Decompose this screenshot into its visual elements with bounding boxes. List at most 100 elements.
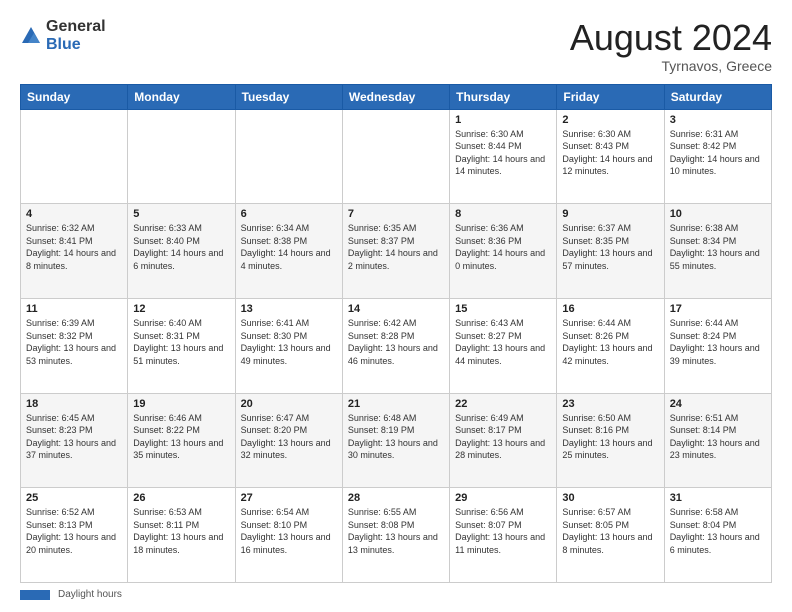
header-day-saturday: Saturday <box>664 84 771 109</box>
calendar-cell: 14 Sunrise: 6:42 AM Sunset: 8:28 PM Dayli… <box>342 298 449 393</box>
day-info: Sunrise: 6:55 AM Sunset: 8:08 PM Dayligh… <box>348 506 444 556</box>
day-number: 16 <box>562 303 658 315</box>
header-day-sunday: Sunday <box>21 84 128 109</box>
day-info: Sunrise: 6:30 AM Sunset: 8:43 PM Dayligh… <box>562 128 658 178</box>
week-row-2: 11 Sunrise: 6:39 AM Sunset: 8:32 PM Dayli… <box>21 298 772 393</box>
day-number: 8 <box>455 208 551 220</box>
calendar-cell: 5 Sunrise: 6:33 AM Sunset: 8:40 PM Daylig… <box>128 204 235 299</box>
day-info: Sunrise: 6:50 AM Sunset: 8:16 PM Dayligh… <box>562 412 658 462</box>
calendar-cell <box>128 109 235 204</box>
day-number: 30 <box>562 492 658 504</box>
header-day-friday: Friday <box>557 84 664 109</box>
calendar-cell: 19 Sunrise: 6:46 AM Sunset: 8:22 PM Dayli… <box>128 393 235 488</box>
day-number: 15 <box>455 303 551 315</box>
day-number: 4 <box>26 208 122 220</box>
calendar-table: SundayMondayTuesdayWednesdayThursdayFrid… <box>20 84 772 583</box>
day-number: 14 <box>348 303 444 315</box>
logo: General Blue <box>20 18 106 53</box>
day-info: Sunrise: 6:36 AM Sunset: 8:36 PM Dayligh… <box>455 222 551 272</box>
day-info: Sunrise: 6:44 AM Sunset: 8:26 PM Dayligh… <box>562 317 658 367</box>
day-info: Sunrise: 6:32 AM Sunset: 8:41 PM Dayligh… <box>26 222 122 272</box>
day-info: Sunrise: 6:33 AM Sunset: 8:40 PM Dayligh… <box>133 222 229 272</box>
day-info: Sunrise: 6:48 AM Sunset: 8:19 PM Dayligh… <box>348 412 444 462</box>
day-number: 22 <box>455 398 551 410</box>
day-number: 6 <box>241 208 337 220</box>
calendar-cell: 23Sunrise: 6:50 AM Sunset: 8:16 PM Dayli… <box>557 393 664 488</box>
calendar-cell: 16 Sunrise: 6:44 AM Sunset: 8:26 PM Dayli… <box>557 298 664 393</box>
subtitle: Tyrnavos, Greece <box>570 58 772 74</box>
logo-icon <box>20 25 42 47</box>
logo-text: General Blue <box>46 18 106 53</box>
day-info: Sunrise: 6:49 AM Sunset: 8:17 PM Dayligh… <box>455 412 551 462</box>
day-number: 26 <box>133 492 229 504</box>
header: General Blue August 2024 Tyrnavos, Greec… <box>20 18 772 74</box>
day-info: Sunrise: 6:46 AM Sunset: 8:22 PM Dayligh… <box>133 412 229 462</box>
daylight-bar-icon <box>20 590 50 600</box>
day-number: 2 <box>562 114 658 126</box>
day-info: Sunrise: 6:31 AM Sunset: 8:42 PM Dayligh… <box>670 128 766 178</box>
day-info: Sunrise: 6:56 AM Sunset: 8:07 PM Dayligh… <box>455 506 551 556</box>
calendar-cell: 10Sunrise: 6:38 AM Sunset: 8:34 PM Dayli… <box>664 204 771 299</box>
logo-blue: Blue <box>46 36 106 54</box>
main-title: August 2024 <box>570 18 772 58</box>
calendar-cell: 4 Sunrise: 6:32 AM Sunset: 8:41 PM Daylig… <box>21 204 128 299</box>
calendar-cell: 20 Sunrise: 6:47 AM Sunset: 8:20 PM Dayli… <box>235 393 342 488</box>
calendar-cell: 9Sunrise: 6:37 AM Sunset: 8:35 PM Daylig… <box>557 204 664 299</box>
day-number: 28 <box>348 492 444 504</box>
calendar-cell: 21Sunrise: 6:48 AM Sunset: 8:19 PM Dayli… <box>342 393 449 488</box>
week-row-1: 4 Sunrise: 6:32 AM Sunset: 8:41 PM Daylig… <box>21 204 772 299</box>
calendar-cell: 1Sunrise: 6:30 AM Sunset: 8:44 PM Daylig… <box>450 109 557 204</box>
calendar-cell: 2 Sunrise: 6:30 AM Sunset: 8:43 PM Daylig… <box>557 109 664 204</box>
calendar-cell: 27Sunrise: 6:54 AM Sunset: 8:10 PM Dayli… <box>235 488 342 583</box>
day-number: 27 <box>241 492 337 504</box>
day-number: 20 <box>241 398 337 410</box>
title-block: August 2024 Tyrnavos, Greece <box>570 18 772 74</box>
day-info: Sunrise: 6:39 AM Sunset: 8:32 PM Dayligh… <box>26 317 122 367</box>
day-info: Sunrise: 6:40 AM Sunset: 8:31 PM Dayligh… <box>133 317 229 367</box>
footer: Daylight hours <box>20 589 772 600</box>
day-info: Sunrise: 6:30 AM Sunset: 8:44 PM Dayligh… <box>455 128 551 178</box>
logo-general: General <box>46 18 106 36</box>
week-row-0: 1Sunrise: 6:30 AM Sunset: 8:44 PM Daylig… <box>21 109 772 204</box>
calendar-cell: 15Sunrise: 6:43 AM Sunset: 8:27 PM Dayli… <box>450 298 557 393</box>
day-number: 13 <box>241 303 337 315</box>
day-number: 7 <box>348 208 444 220</box>
day-info: Sunrise: 6:35 AM Sunset: 8:37 PM Dayligh… <box>348 222 444 272</box>
calendar-cell: 30Sunrise: 6:57 AM Sunset: 8:05 PM Dayli… <box>557 488 664 583</box>
calendar-cell: 24 Sunrise: 6:51 AM Sunset: 8:14 PM Dayli… <box>664 393 771 488</box>
calendar-cell: 29Sunrise: 6:56 AM Sunset: 8:07 PM Dayli… <box>450 488 557 583</box>
calendar-cell: 25 Sunrise: 6:52 AM Sunset: 8:13 PM Dayli… <box>21 488 128 583</box>
week-row-3: 18Sunrise: 6:45 AM Sunset: 8:23 PM Dayli… <box>21 393 772 488</box>
calendar-cell: 18Sunrise: 6:45 AM Sunset: 8:23 PM Dayli… <box>21 393 128 488</box>
header-day-tuesday: Tuesday <box>235 84 342 109</box>
day-info: Sunrise: 6:47 AM Sunset: 8:20 PM Dayligh… <box>241 412 337 462</box>
calendar-cell <box>342 109 449 204</box>
day-number: 19 <box>133 398 229 410</box>
day-info: Sunrise: 6:44 AM Sunset: 8:24 PM Dayligh… <box>670 317 766 367</box>
day-number: 25 <box>26 492 122 504</box>
day-info: Sunrise: 6:38 AM Sunset: 8:34 PM Dayligh… <box>670 222 766 272</box>
calendar-cell: 12 Sunrise: 6:40 AM Sunset: 8:31 PM Dayli… <box>128 298 235 393</box>
day-info: Sunrise: 6:37 AM Sunset: 8:35 PM Dayligh… <box>562 222 658 272</box>
day-number: 11 <box>26 303 122 315</box>
day-info: Sunrise: 6:42 AM Sunset: 8:28 PM Dayligh… <box>348 317 444 367</box>
calendar-cell: 8 Sunrise: 6:36 AM Sunset: 8:36 PM Daylig… <box>450 204 557 299</box>
calendar-cell: 28 Sunrise: 6:55 AM Sunset: 8:08 PM Dayli… <box>342 488 449 583</box>
day-info: Sunrise: 6:52 AM Sunset: 8:13 PM Dayligh… <box>26 506 122 556</box>
calendar-cell: 7 Sunrise: 6:35 AM Sunset: 8:37 PM Daylig… <box>342 204 449 299</box>
calendar-body: 1Sunrise: 6:30 AM Sunset: 8:44 PM Daylig… <box>21 109 772 582</box>
page: General Blue August 2024 Tyrnavos, Greec… <box>0 0 792 612</box>
day-info: Sunrise: 6:34 AM Sunset: 8:38 PM Dayligh… <box>241 222 337 272</box>
day-info: Sunrise: 6:53 AM Sunset: 8:11 PM Dayligh… <box>133 506 229 556</box>
day-info: Sunrise: 6:58 AM Sunset: 8:04 PM Dayligh… <box>670 506 766 556</box>
day-info: Sunrise: 6:51 AM Sunset: 8:14 PM Dayligh… <box>670 412 766 462</box>
calendar-cell: 22 Sunrise: 6:49 AM Sunset: 8:17 PM Dayli… <box>450 393 557 488</box>
header-day-monday: Monday <box>128 84 235 109</box>
day-number: 24 <box>670 398 766 410</box>
day-number: 12 <box>133 303 229 315</box>
day-number: 5 <box>133 208 229 220</box>
calendar-cell <box>21 109 128 204</box>
week-row-4: 25 Sunrise: 6:52 AM Sunset: 8:13 PM Dayli… <box>21 488 772 583</box>
calendar-cell: 17Sunrise: 6:44 AM Sunset: 8:24 PM Dayli… <box>664 298 771 393</box>
footer-label: Daylight hours <box>58 589 122 600</box>
